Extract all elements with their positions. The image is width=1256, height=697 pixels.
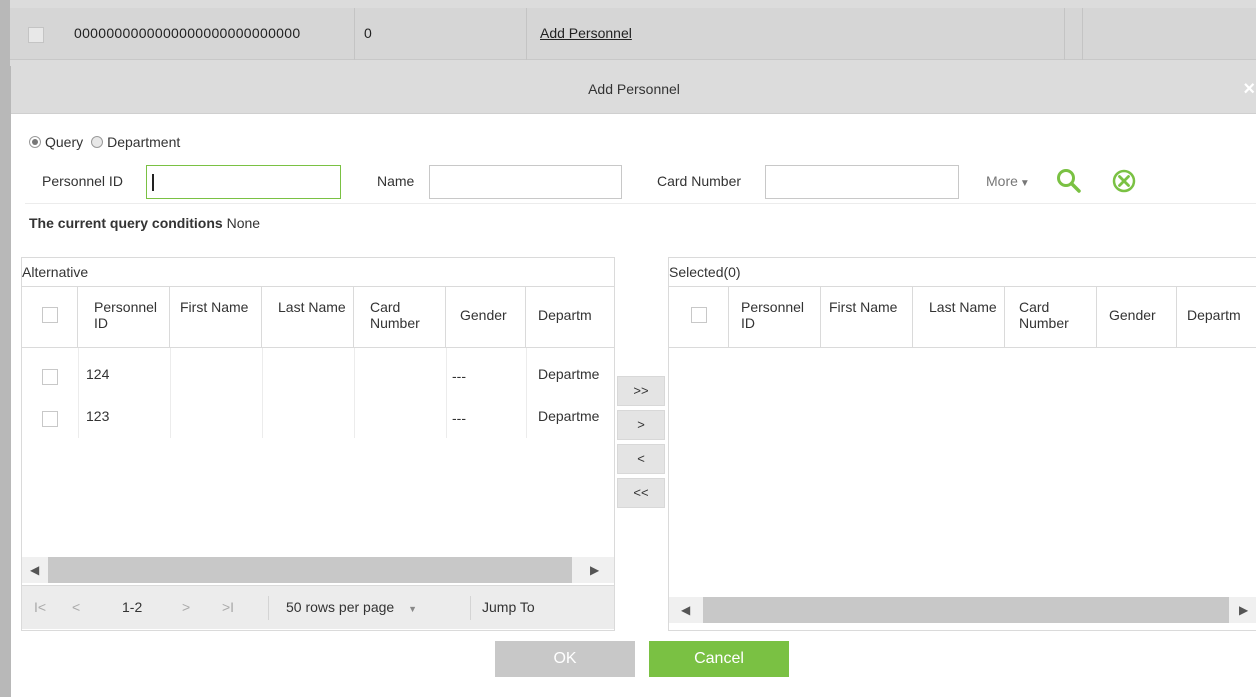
query-conditions-value: None — [226, 215, 261, 231]
column-header-department[interactable]: Departm — [1177, 287, 1256, 347]
selected-grid-header: Personnel ID First Name Last Name Card N… — [669, 286, 1256, 348]
query-conditions-label: The current query conditions — [29, 215, 223, 231]
dialog-title-bar: Add Personnel × — [11, 66, 1256, 114]
header-select-all — [669, 287, 729, 347]
cancel-button[interactable]: Cancel — [649, 641, 789, 677]
column-header-first-name[interactable]: First Name — [170, 287, 262, 347]
alternative-title: Alternative — [22, 264, 89, 280]
clear-icon[interactable] — [1111, 168, 1137, 194]
scroll-right-icon[interactable]: ▶ — [1239, 603, 1248, 617]
row-department: Departme — [538, 408, 600, 424]
add-personnel-dialog: Add Personnel × Query Department Personn… — [10, 66, 1256, 697]
card-number-label: Card Number — [657, 173, 742, 189]
column-divider — [354, 8, 355, 60]
column-divider — [354, 348, 355, 438]
column-divider — [526, 348, 527, 438]
column-divider — [262, 348, 263, 438]
search-mode-radios: Query Department — [29, 134, 180, 150]
jump-to-label[interactable]: Jump To — [482, 599, 535, 615]
ok-button[interactable]: OK — [495, 641, 635, 677]
left-edge-bar — [0, 0, 10, 697]
scroll-left-icon[interactable]: ◀ — [681, 603, 690, 617]
background-row-id: 0000000000000000000000000000 — [74, 25, 301, 41]
column-divider — [1064, 8, 1065, 60]
column-header-first-name[interactable]: First Name — [821, 287, 913, 347]
last-page-icon[interactable]: >I — [222, 599, 234, 615]
column-header-personnel-id[interactable]: Personnel ID — [78, 287, 170, 347]
caret-down-icon: ▼ — [1019, 178, 1030, 189]
selected-title: Selected(0) — [669, 264, 741, 280]
select-all-checkbox[interactable] — [42, 307, 58, 323]
column-header-last-name[interactable]: Last Name — [262, 287, 354, 347]
radio-department[interactable] — [91, 136, 104, 148]
rows-per-page-select[interactable]: 50 rows per page ▼ — [286, 599, 417, 615]
scrollbar-thumb[interactable] — [48, 557, 572, 583]
search-icon[interactable] — [1055, 167, 1083, 195]
alternative-pager: I< < 1-2 > >I 50 rows per page ▼ Jump To — [22, 585, 614, 629]
row-personnel-id: 124 — [86, 366, 110, 382]
column-header-last-name[interactable]: Last Name — [913, 287, 1005, 347]
dropdown-arrow-icon: ▼ — [408, 604, 417, 614]
move-all-left-button[interactable]: << — [617, 478, 665, 508]
alternative-horizontal-scrollbar[interactable]: ◀ ▶ — [22, 557, 614, 583]
radio-department-label: Department — [107, 134, 181, 150]
radio-query[interactable] — [29, 136, 41, 148]
column-header-personnel-id[interactable]: Personnel ID — [729, 287, 821, 347]
close-icon[interactable]: × — [1243, 78, 1255, 101]
alternative-grid-header: Personnel ID First Name Last Name Card N… — [22, 286, 614, 348]
row-gender: --- — [452, 368, 466, 384]
row-checkbox[interactable] — [42, 369, 58, 385]
card-number-input[interactable] — [765, 165, 959, 199]
header-select-all — [22, 287, 78, 347]
column-header-gender[interactable]: Gender — [446, 287, 526, 347]
selected-panel: Selected(0) Personnel ID First Name Last… — [668, 257, 1256, 631]
select-all-checkbox[interactable] — [691, 307, 707, 323]
column-header-gender[interactable]: Gender — [1097, 287, 1177, 347]
name-label: Name — [377, 173, 415, 189]
page-range: 1-2 — [122, 599, 143, 615]
query-conditions: The current query conditions None — [29, 215, 260, 231]
row-department: Departme — [538, 366, 600, 382]
selected-horizontal-scrollbar[interactable]: ◀ ▶ — [669, 597, 1256, 623]
background-add-personnel-link: Add Personnel — [540, 25, 632, 41]
scrollbar-thumb[interactable] — [703, 597, 1229, 623]
column-header-card-number[interactable]: Card Number — [1005, 287, 1097, 347]
pager-divider — [470, 596, 471, 620]
column-header-card-number[interactable]: Card Number — [354, 287, 446, 347]
personnel-id-label: Personnel ID — [42, 173, 123, 189]
column-divider — [78, 348, 79, 438]
column-divider — [1082, 8, 1083, 60]
column-divider — [446, 348, 447, 438]
alternative-panel: Alternative Personnel ID First Name Last… — [21, 257, 615, 631]
next-page-icon[interactable]: > — [182, 599, 190, 615]
move-all-right-button[interactable]: >> — [617, 376, 665, 406]
scroll-right-icon[interactable]: ▶ — [590, 563, 599, 577]
row-checkbox[interactable] — [42, 411, 58, 427]
column-header-department[interactable]: Departm — [526, 287, 614, 347]
dialog-title: Add Personnel — [588, 81, 680, 97]
prev-page-icon[interactable]: < — [72, 599, 80, 615]
pager-divider — [268, 596, 269, 620]
background-row-checkbox — [28, 27, 44, 43]
background-table-row: 0000000000000000000000000000 0 Add Perso… — [0, 0, 1256, 697]
first-page-icon[interactable]: I< — [34, 599, 46, 615]
filter-divider — [25, 203, 1256, 204]
column-divider — [526, 8, 527, 60]
radio-query-label: Query — [45, 134, 84, 150]
move-left-button[interactable]: < — [617, 444, 665, 474]
personnel-id-input[interactable] — [146, 165, 341, 199]
more-filters-toggle[interactable]: More ▼ — [986, 173, 1030, 189]
row-gender: --- — [452, 410, 466, 426]
move-right-button[interactable]: > — [617, 410, 665, 440]
background-row-count: 0 — [364, 25, 372, 41]
scroll-left-icon[interactable]: ◀ — [30, 563, 39, 577]
column-divider — [170, 348, 171, 438]
name-input[interactable] — [429, 165, 622, 199]
row-personnel-id: 123 — [86, 408, 110, 424]
text-caret — [152, 174, 154, 191]
